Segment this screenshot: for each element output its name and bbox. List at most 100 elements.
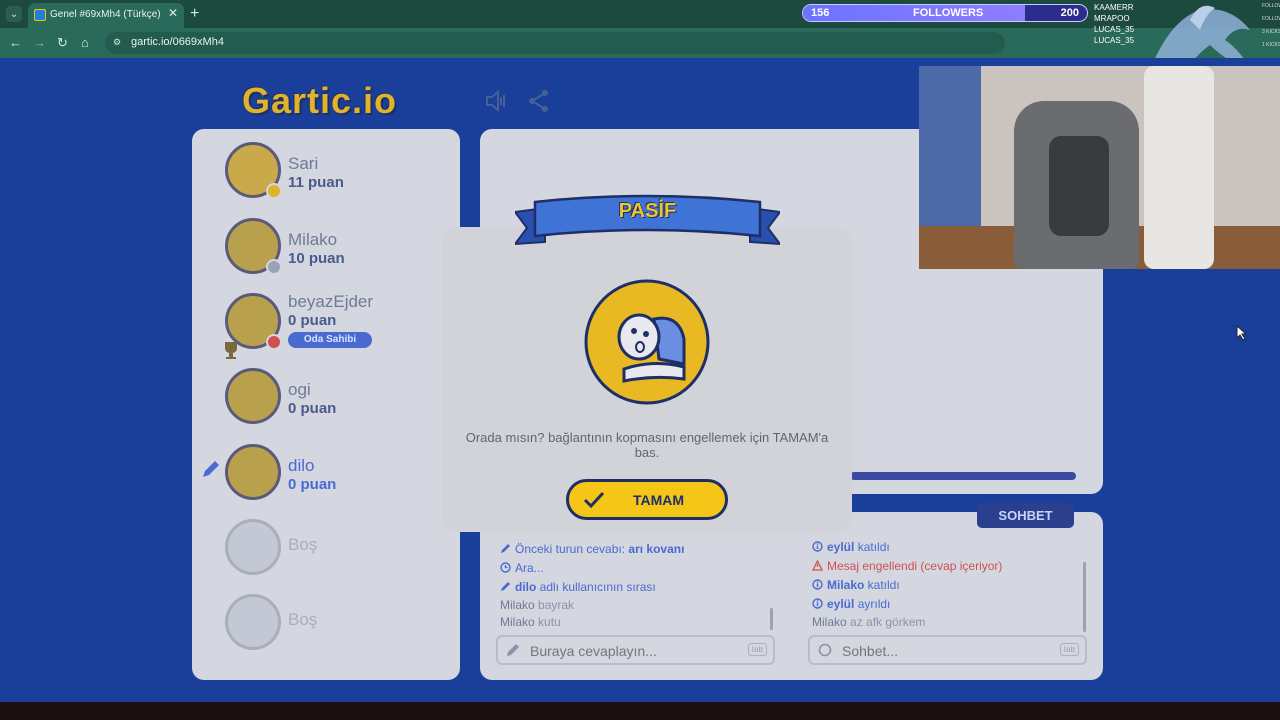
- player-name: Milako: [288, 230, 338, 249]
- pencil-icon: [501, 582, 510, 591]
- site-info-icon[interactable]: ⚙: [113, 37, 121, 48]
- player-name: ogi: [288, 380, 311, 399]
- player-item[interactable]: dilo 0 puan: [192, 436, 460, 506]
- player-score: 0 puan: [288, 312, 337, 329]
- previous-answer: arı kovanı: [628, 542, 685, 556]
- tab-search-button[interactable]: ⌄: [6, 6, 22, 22]
- answer-input-box[interactable]: tab: [496, 635, 775, 665]
- chat-input-box[interactable]: tab: [808, 635, 1087, 665]
- info-icon: [812, 541, 823, 552]
- answer-line: dilo adlı kullanıcının sırası: [500, 580, 656, 594]
- back-icon[interactable]: ←: [9, 35, 22, 50]
- ok-button[interactable]: TAMAM: [566, 479, 728, 520]
- chat-text: ayrıldı: [854, 597, 891, 611]
- chat-input[interactable]: [840, 642, 1044, 660]
- followers-current: 156: [811, 7, 830, 19]
- drawing-pencil-icon: [203, 461, 219, 477]
- checkmark-icon: [583, 491, 605, 509]
- sleeping-face-icon: [584, 279, 710, 405]
- dialog-title-ribbon: PASİF: [512, 194, 783, 248]
- status-dot: [266, 334, 282, 350]
- keyboard-strip: [0, 702, 1280, 720]
- chat-line: eylül katıldı: [812, 540, 890, 554]
- answer-line: Milako kutu: [500, 615, 561, 629]
- chat-user: eylül: [827, 597, 855, 611]
- chat-line: Mesaj engellendi (cevap içeriyor): [812, 559, 1002, 573]
- dialog-title: PASİF: [618, 200, 677, 222]
- pencil-icon: [507, 644, 519, 656]
- chat-bubble-icon: [818, 643, 832, 657]
- followers-goal-bar: 156 FOLLOWERS 200: [802, 4, 1088, 22]
- chat-scrollbar[interactable]: [1083, 562, 1086, 632]
- chat-user: Milako: [827, 578, 865, 592]
- event-feed: KAAMERR MRAPOO LUCAS_35 LUCAS_35: [1094, 2, 1134, 46]
- status-dot: [266, 259, 282, 275]
- answer-user: Milako: [500, 615, 535, 629]
- player-name: Boş: [288, 535, 318, 554]
- new-tab-button[interactable]: +: [190, 5, 199, 23]
- event-feed-side-item: 3 KICKS: [1262, 29, 1280, 35]
- url-text: gartic.io/0669xMh4: [131, 36, 224, 48]
- player-score: 11 puan: [288, 174, 344, 191]
- share-icon[interactable]: [526, 88, 552, 114]
- event-feed-item: LUCAS_35: [1094, 36, 1135, 45]
- forward-icon[interactable]: →: [33, 35, 46, 50]
- event-feed-side-item: FOLLOW: [1262, 16, 1280, 22]
- chat-line: Milako katıldı: [812, 578, 900, 592]
- answer-input[interactable]: [528, 642, 732, 660]
- answer-text: kutu: [534, 615, 561, 629]
- event-feed-side-item: 1 KICKS: [1262, 42, 1280, 48]
- player-item[interactable]: Sari 11 puan: [192, 134, 460, 204]
- chat-user: Milako: [812, 615, 847, 629]
- empty-avatar-icon: [225, 519, 281, 575]
- answer-user: dilo: [515, 580, 537, 594]
- chat-text: az afk görkem: [846, 615, 926, 629]
- round-timer-bar: [850, 472, 1076, 480]
- pencil-icon: [501, 544, 510, 553]
- mouse-cursor-icon: [1236, 325, 1248, 341]
- player-item[interactable]: Milako 10 puan: [192, 210, 460, 280]
- event-feed-item: LUCAS_35: [1094, 25, 1135, 34]
- player-slot-empty[interactable]: Boş: [192, 586, 460, 656]
- ok-button-label: TAMAM: [633, 492, 685, 508]
- players-panel: Sari 11 puan Milako 10 puan beyazEjder 0…: [192, 129, 460, 680]
- event-feed-side: FOLLOW FOLLOW 3 KICKS 1 KICKS: [1262, 0, 1280, 52]
- tab-key-hint: tab: [747, 643, 767, 656]
- address-bar: ← → ↻ ⌂ ⚙ gartic.io/0669xMh4: [0, 28, 1280, 58]
- chat-text: katıldı: [854, 540, 890, 554]
- followers-goal: 200: [1060, 7, 1079, 19]
- browser-tabbar: ⌄ Genel #69xMh4 (Türkçe) - Gartic ✕ +: [0, 0, 1280, 28]
- tab-close-icon[interactable]: ✕: [168, 6, 178, 20]
- webcam-feed: [919, 66, 1280, 269]
- player-score: 10 puan: [288, 250, 345, 267]
- player-score: 0 puan: [288, 476, 337, 493]
- player-slot-empty[interactable]: Boş: [192, 511, 460, 581]
- clock-icon: [500, 562, 511, 573]
- gartic-logo[interactable]: Gartic.io: [242, 80, 397, 122]
- sound-muted-icon[interactable]: [484, 88, 510, 114]
- answer-prefix: Önceki turun cevabı:: [515, 542, 629, 556]
- player-item[interactable]: ogi 0 puan: [192, 360, 460, 430]
- event-feed-side-item: FOLLOW: [1262, 3, 1280, 9]
- empty-avatar-icon: [225, 594, 281, 650]
- player-name: Boş: [288, 610, 318, 629]
- player-name: Sari: [288, 154, 319, 173]
- avatar: [225, 368, 281, 424]
- answer-text: Ara...: [515, 561, 544, 575]
- dialog-message: Orada mısın? bağlantının kopmasını engel…: [465, 430, 829, 460]
- gartic-favicon-icon: [34, 9, 46, 21]
- player-name: beyazEjder: [288, 292, 374, 311]
- warning-icon: [812, 560, 823, 571]
- home-icon[interactable]: ⌂: [81, 35, 89, 50]
- followers-label: FOLLOWERS: [913, 7, 984, 19]
- tab-sohbet[interactable]: SOHBET: [977, 503, 1074, 528]
- answer-text: bayrak: [534, 598, 575, 612]
- reload-icon[interactable]: ↻: [57, 35, 68, 51]
- player-name: dilo: [288, 456, 315, 475]
- event-feed-item: KAAMERR: [1094, 3, 1134, 12]
- url-field[interactable]: ⚙ gartic.io/0669xMh4: [105, 32, 1005, 54]
- browser-tab[interactable]: Genel #69xMh4 (Türkçe) - Gartic ✕: [28, 3, 184, 28]
- answers-scrollbar[interactable]: [770, 608, 773, 630]
- tab-key-hint: tab: [1059, 643, 1079, 656]
- chat-line: eylül ayrıldı: [812, 597, 890, 611]
